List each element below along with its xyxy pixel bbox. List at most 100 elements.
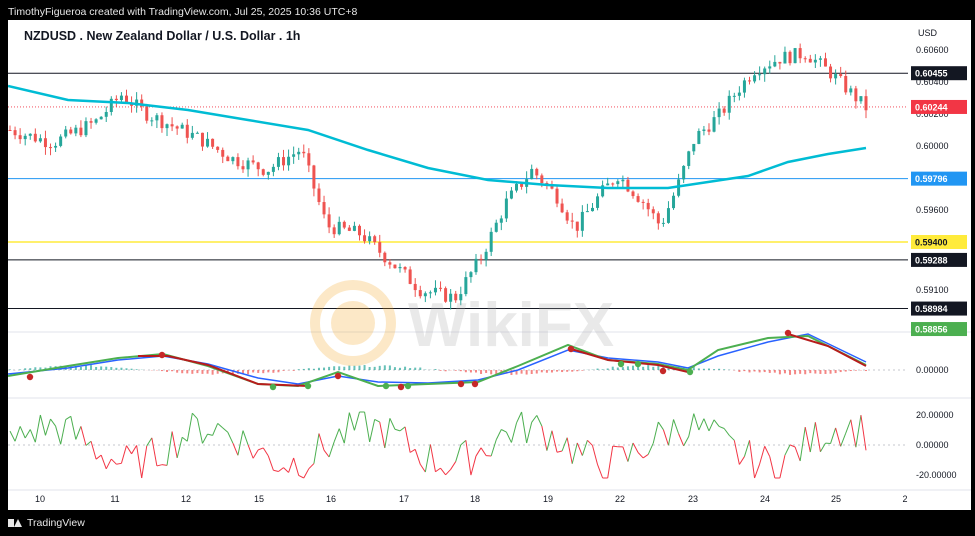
- price-tag: 0.59288: [911, 252, 967, 267]
- macd-bar: [606, 368, 609, 370]
- candle-body: [251, 160, 255, 163]
- candle-body: [312, 165, 316, 189]
- candle-body: [423, 293, 427, 297]
- candle-body: [54, 145, 58, 148]
- oscillator-segment: [516, 411, 523, 424]
- macd-bar: [834, 370, 837, 374]
- macd-bar: [414, 367, 417, 370]
- oscillator-segment: [222, 427, 229, 433]
- time-axis-label: 15: [254, 494, 264, 504]
- oscillator-segment: [465, 440, 472, 476]
- chart-panel[interactable]: USD 0.60600 0.60400 0.60200 0.60000 0.59600 0.…: [8, 20, 971, 510]
- candle-body: [732, 95, 736, 97]
- candle-body: [292, 154, 296, 157]
- macd-cross-dot: [334, 372, 342, 380]
- oscillator-axis-label: 20.00000: [916, 410, 954, 420]
- candle-body: [59, 136, 63, 146]
- macd-bar: [718, 368, 721, 370]
- tradingview-footer: TradingView: [8, 514, 85, 532]
- macd-bar: [282, 370, 285, 371]
- macd-bar: [758, 370, 761, 373]
- candle-body: [606, 183, 610, 186]
- oscillator-segment: [374, 418, 380, 423]
- macd-bar: [130, 368, 133, 370]
- oscillator-segment: [207, 433, 213, 436]
- macd-bar: [257, 370, 260, 373]
- candle-body: [276, 157, 280, 167]
- candle-body: [49, 147, 53, 149]
- oscillator-segment: [166, 431, 173, 466]
- macd-bar: [135, 369, 138, 370]
- candle-body: [99, 116, 103, 120]
- macd-bar: [201, 370, 204, 374]
- candle-body: [413, 283, 417, 291]
- oscillator-segment: [673, 419, 680, 434]
- oscillator-segment: [743, 440, 750, 457]
- time-axis-label: 22: [615, 494, 625, 504]
- macd-bar: [809, 370, 812, 374]
- price-axis-label: 0.60000: [916, 141, 949, 151]
- oscillator-segment: [212, 423, 219, 436]
- candle-body: [109, 98, 113, 112]
- macd-bar: [181, 370, 184, 374]
- candle-body: [449, 293, 453, 302]
- macd-cross-dot: [659, 367, 667, 375]
- macd-bar: [323, 367, 326, 370]
- oscillator-segment: [262, 447, 269, 457]
- candle-body: [672, 195, 676, 209]
- candle-body: [403, 267, 407, 270]
- oscillator-segment: [662, 429, 669, 446]
- macd-bar: [561, 370, 564, 373]
- oscillator-segment: [389, 418, 396, 430]
- candle-body: [596, 196, 600, 208]
- oscillator-segment: [556, 450, 563, 453]
- candle-body: [287, 156, 291, 166]
- macd-bar: [373, 366, 376, 370]
- candle-body: [631, 191, 635, 197]
- oscillator-segment: [161, 464, 168, 466]
- candle-body: [520, 183, 524, 187]
- candle-body: [200, 132, 204, 147]
- macd-bar: [211, 370, 214, 375]
- oscillator-segment: [95, 454, 102, 460]
- macd-bar: [84, 365, 87, 370]
- candle-body: [590, 207, 594, 212]
- macd-bar: [272, 370, 275, 373]
- candle-body: [160, 115, 164, 129]
- macd-bar: [616, 367, 619, 370]
- chart-canvas[interactable]: USD0.606000.604000.602000.600000.596000.…: [8, 20, 971, 510]
- macd-bar: [839, 370, 842, 373]
- candle-body: [818, 58, 822, 60]
- candle-body: [783, 51, 787, 64]
- oscillator-segment: [455, 444, 462, 462]
- macd-bar: [849, 370, 852, 372]
- price-tag-label: 0.59796: [915, 174, 948, 184]
- oscillator-segment: [429, 444, 436, 472]
- macd-bar: [328, 366, 331, 370]
- macd-bar: [302, 368, 305, 370]
- screenshot-frame: TimothyFigueroa created with TradingView…: [0, 0, 975, 536]
- price-tag: 0.59796: [911, 171, 967, 186]
- candle-body: [555, 188, 559, 204]
- oscillator-segment: [24, 429, 31, 439]
- candle-body: [393, 264, 397, 269]
- macd-bar: [647, 365, 650, 370]
- candle-body: [13, 130, 17, 136]
- candle-body: [23, 135, 27, 140]
- candle-body: [145, 106, 149, 121]
- oscillator-segment: [288, 457, 295, 473]
- oscillator-segment: [136, 445, 143, 479]
- candle-body: [388, 262, 392, 265]
- macd-bar: [297, 369, 300, 370]
- time-axis-label: 12: [181, 494, 191, 504]
- symbol-title[interactable]: NZDUSD . New Zealand Dollar / U.S. Dolla…: [24, 29, 300, 43]
- candle-body: [585, 211, 589, 213]
- candle-body: [753, 75, 757, 82]
- oscillator-segment: [232, 442, 239, 456]
- oscillator-segment: [510, 422, 517, 443]
- candle-body: [742, 80, 746, 93]
- candle-body: [823, 58, 827, 67]
- oscillator-segment: [612, 445, 618, 448]
- oscillator-segment: [566, 437, 573, 464]
- macd-bar: [252, 370, 255, 373]
